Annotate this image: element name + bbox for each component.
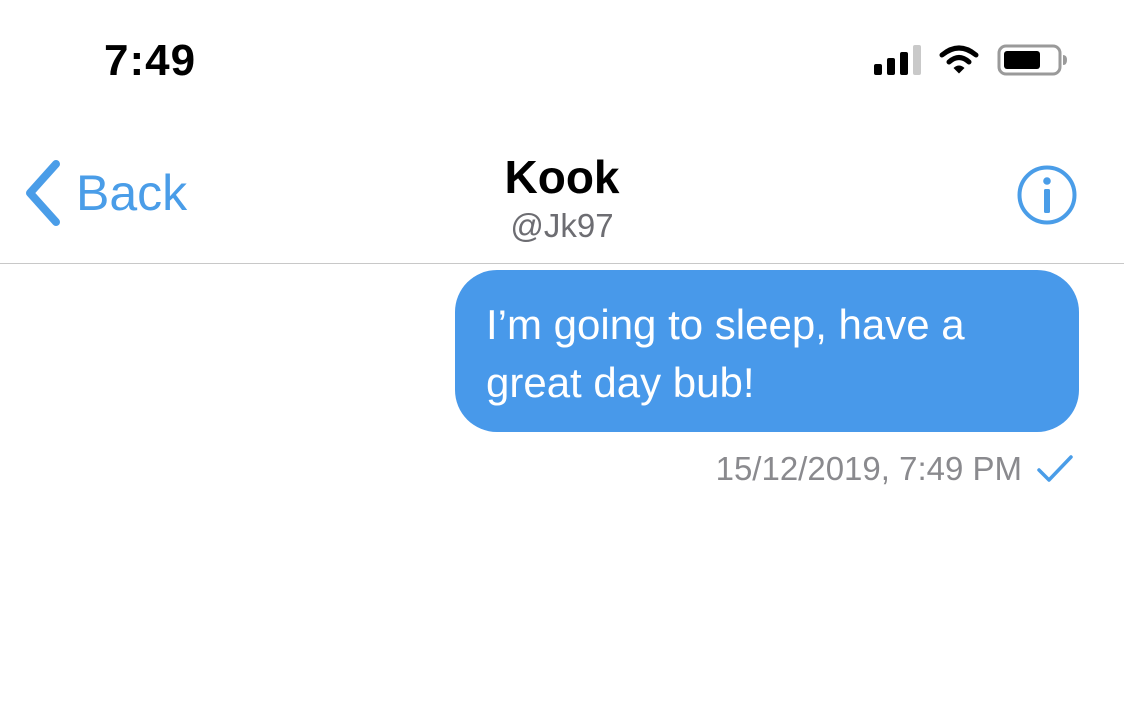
outgoing-message-bubble[interactable]: I’m going to sleep, have a great day bub… xyxy=(455,270,1079,432)
checkmark-icon xyxy=(1037,455,1073,482)
message-text: I’m going to sleep, have a great day bub… xyxy=(486,301,965,406)
message-timestamp: 15/12/2019, 7:49 PM xyxy=(715,450,1022,487)
message-list[interactable]: I’m going to sleep, have a great day bub… xyxy=(0,264,1124,712)
status-bar: 7:49 xyxy=(0,0,1124,110)
message-meta: 15/12/2019, 7:49 PM xyxy=(716,450,1074,488)
info-icon xyxy=(1017,165,1077,225)
status-time: 7:49 xyxy=(104,36,197,85)
info-button[interactable] xyxy=(1016,164,1078,231)
contact-handle: @Jk97 xyxy=(510,207,614,244)
cellular-signal-icon xyxy=(874,45,921,75)
status-icons xyxy=(874,40,1069,80)
conversation-title: Kook @Jk97 xyxy=(0,150,1124,248)
wifi-icon xyxy=(939,45,979,74)
contact-name: Kook xyxy=(504,151,620,203)
battery-icon xyxy=(997,44,1067,76)
navigation-bar: Back Kook @Jk97 xyxy=(0,110,1124,264)
